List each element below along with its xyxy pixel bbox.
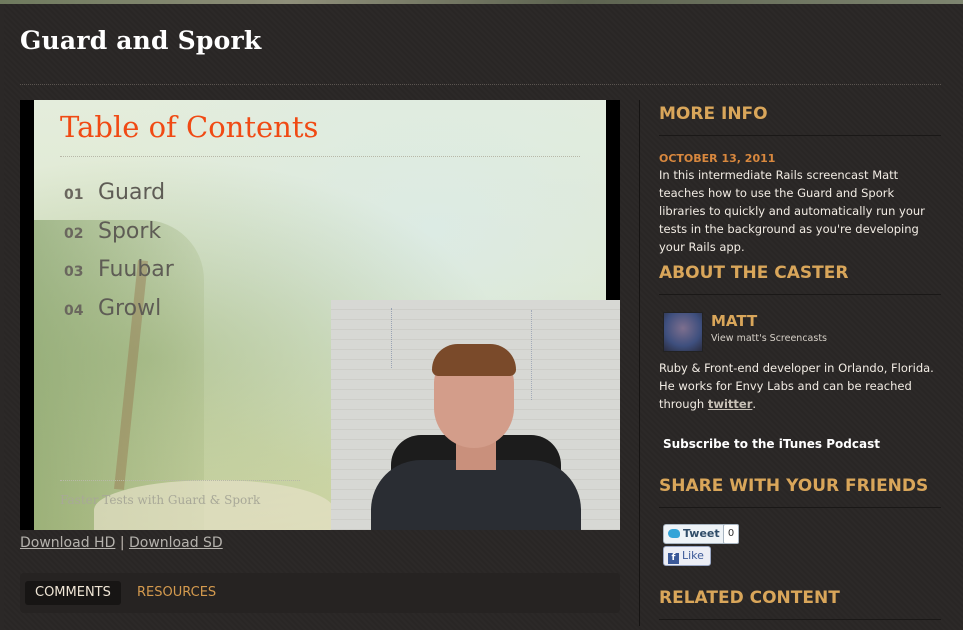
caster-bio-end: . [752,397,757,411]
toc-item: 03 Fuubar [64,257,174,282]
tweet-button[interactable]: Tweet [663,524,727,544]
tweet-count: 0 [723,524,739,544]
related-content-divider [659,619,941,620]
more-info-divider [659,135,941,136]
facebook-like-button[interactable]: f Like [663,546,711,566]
toc-item-label: Growl [98,296,162,321]
toc-item-number: 04 [64,303,84,319]
download-sd-link[interactable]: Download SD [129,535,223,551]
caster-bio-text: Ruby & Front-end developer in Orlando, F… [659,361,934,411]
presenter-hair [432,344,516,376]
download-hd-link[interactable]: Download HD [20,535,115,551]
column-divider [639,100,640,626]
subscribe-itunes-link[interactable]: Subscribe to the iTunes Podcast [663,437,880,451]
slide-heading: Table of Contents [60,110,319,144]
twitter-bird-icon [668,529,680,538]
caster-avatar[interactable] [663,312,703,352]
caster-screencasts-link[interactable]: View matt's Screencasts [711,333,827,344]
more-info-heading: MORE INFO [659,104,768,124]
slide-heading-divider [60,156,580,157]
tweet-label: Tweet [683,527,720,540]
whiteboard-notes [531,310,602,400]
download-separator: | [119,535,125,551]
presenter-body [371,460,581,530]
toc-item-label: Spork [98,219,162,244]
screencast-date: OCTOBER 13, 2011 [659,152,776,165]
about-caster-heading: ABOUT THE CASTER [659,263,849,283]
page-title: Guard and Spork [20,26,262,55]
toc-item: 01 Guard [64,180,165,205]
video-player[interactable]: Table of Contents 01 Guard 02 Spork 03 Fuub… [20,100,620,530]
toc-item: 02 Spork [64,219,161,244]
caster-name[interactable]: MATT [711,312,757,330]
title-divider [20,84,941,85]
download-links: Download HD | Download SD [20,535,223,551]
tab-comments[interactable]: COMMENTS [25,581,121,605]
toc-item-label: Guard [98,180,166,205]
toc-item-number: 03 [64,264,84,280]
toc-item-number: 02 [64,226,84,242]
slide-footer: Faster Tests with Guard & Spork [60,493,261,507]
share-heading: SHARE WITH YOUR FRIENDS [659,476,929,496]
video-slide: Table of Contents 01 Guard 02 Spork 03 Fuub… [34,100,620,530]
webcam-overlay [331,300,620,530]
toc-item-number: 01 [64,187,84,203]
tab-resources[interactable]: RESOURCES [127,581,226,605]
share-divider [659,507,941,508]
facebook-f-icon: f [668,553,679,564]
slide-footer-divider [60,480,300,481]
caster-bio: Ruby & Front-end developer in Orlando, F… [659,359,941,413]
about-caster-divider [659,294,941,295]
content-tabs: COMMENTS RESOURCES [20,573,620,613]
toc-item: 04 Growl [64,296,161,321]
like-label: Like [682,549,704,562]
screencast-description: In this intermediate Rails screencast Ma… [659,168,925,254]
toc-item-label: Fuubar [98,257,174,282]
caster-twitter-link[interactable]: twitter [708,397,753,411]
related-content-heading: RELATED CONTENT [659,588,840,608]
